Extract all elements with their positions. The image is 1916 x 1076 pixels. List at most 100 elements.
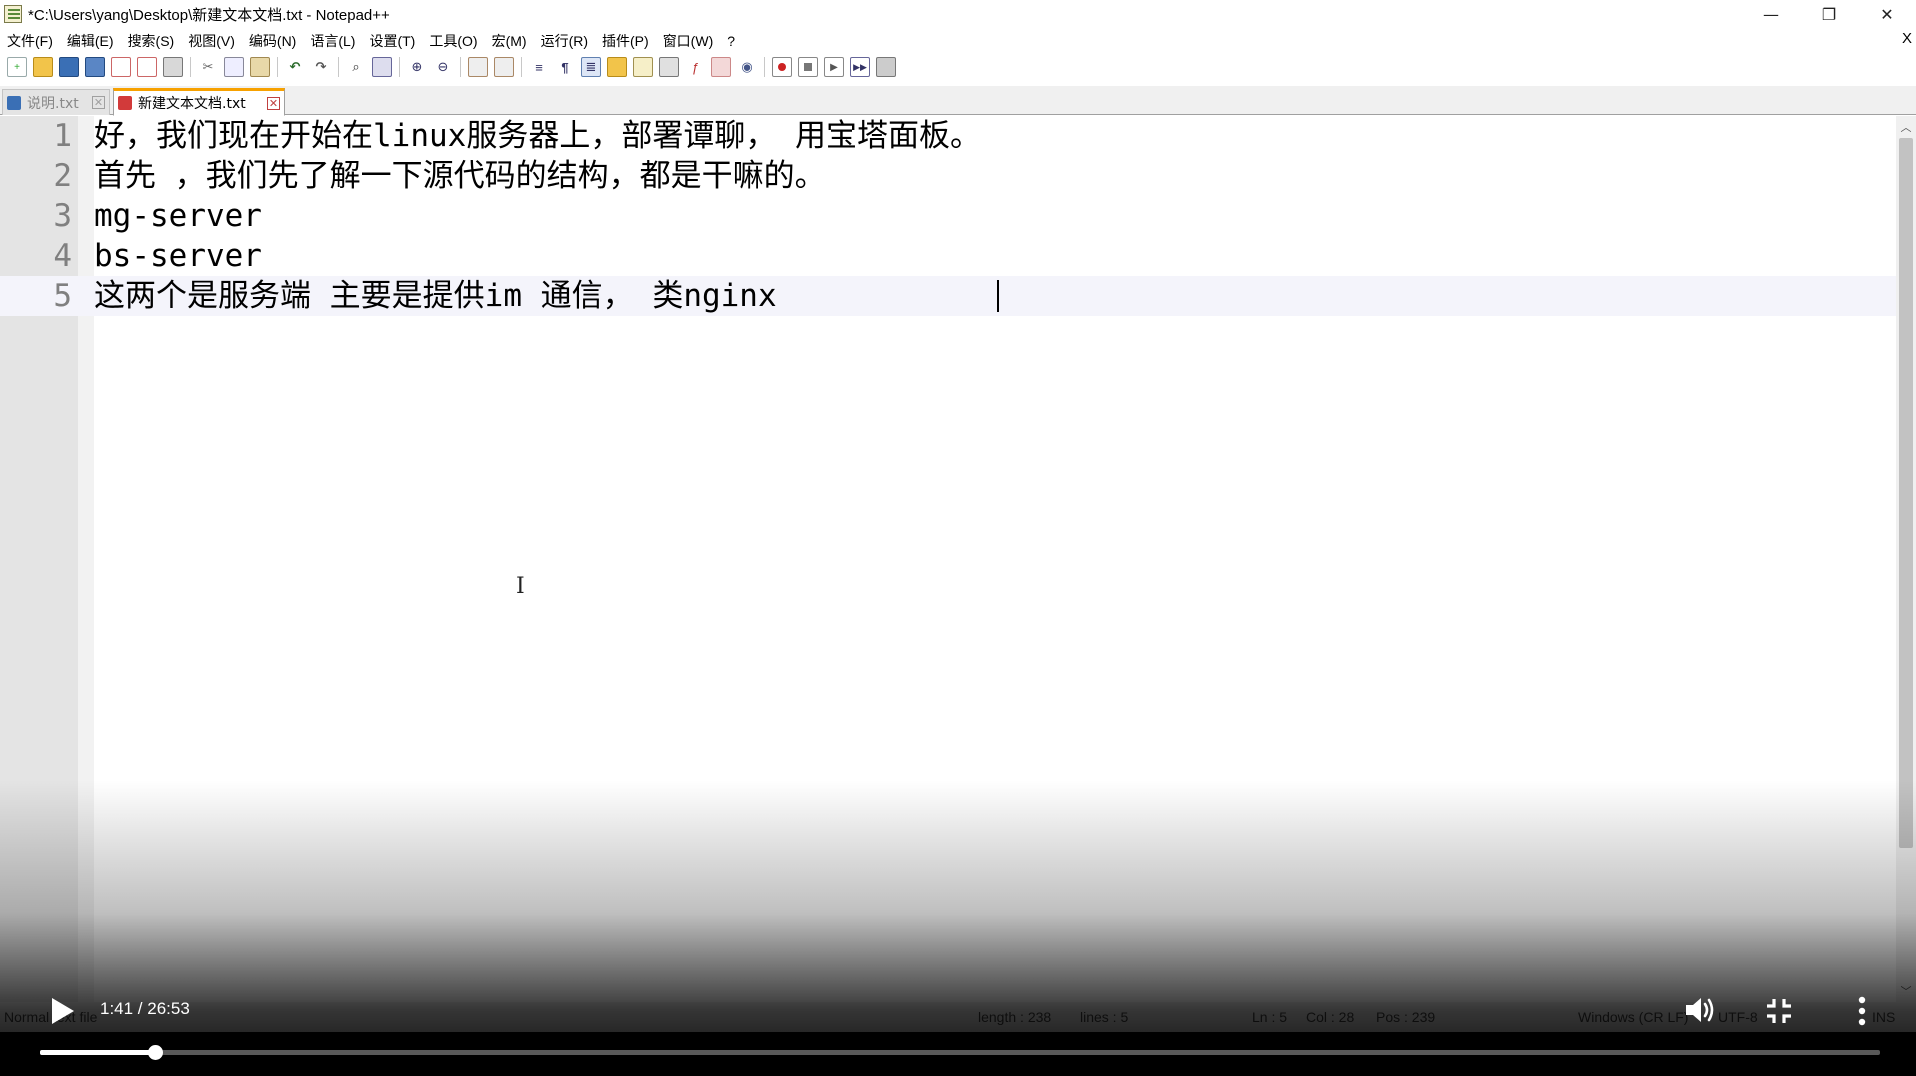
- menu-plugins[interactable]: 插件(P): [595, 31, 656, 51]
- menu-window[interactable]: 窗口(W): [656, 31, 721, 51]
- line-text[interactable]: bs-server: [94, 236, 262, 276]
- clipboard-history-icon[interactable]: [711, 57, 731, 77]
- tab-label: 新建文本文档.txt: [138, 96, 246, 112]
- play-icon[interactable]: [48, 996, 78, 1026]
- editor-line-current[interactable]: 5 这两个是服务端 主要是提供im 通信， 类nginx: [0, 276, 1896, 316]
- scroll-up-icon[interactable]: ︿: [1896, 119, 1916, 135]
- sync-vertical-icon[interactable]: [468, 57, 488, 77]
- monitoring-icon[interactable]: ◉: [737, 57, 757, 77]
- tab-readme[interactable]: 说明.txt ✕: [2, 89, 110, 115]
- find-icon[interactable]: ⌕: [346, 57, 366, 77]
- line-text[interactable]: mg-server: [94, 196, 262, 236]
- editor[interactable]: 1 好，我们现在开始在linux服务器上，部署谭聊， 用宝塔面板。 2 首先 ，…: [0, 116, 1916, 1002]
- show-all-chars-icon[interactable]: ¶: [555, 57, 575, 77]
- menu-macro[interactable]: 宏(M): [485, 31, 534, 51]
- video-time: 1:41 / 26:53: [100, 999, 190, 1018]
- undo-icon[interactable]: ↶: [285, 57, 305, 77]
- line-text[interactable]: 好，我们现在开始在linux服务器上，部署谭聊， 用宝塔面板。: [94, 116, 981, 156]
- menu-settings[interactable]: 设置(T): [362, 31, 422, 51]
- toolbar-separator: [764, 57, 765, 77]
- sync-horizontal-icon[interactable]: [494, 57, 514, 77]
- copy-icon[interactable]: [224, 57, 244, 77]
- menu-view[interactable]: 视图(V): [181, 31, 242, 51]
- tab-new-document[interactable]: 新建文本文档.txt ✕: [113, 88, 285, 116]
- line-text[interactable]: 首先 ，我们先了解一下源代码的结构，都是干嘛的。: [94, 156, 826, 196]
- folder-as-workspace-icon[interactable]: [607, 57, 627, 77]
- notepad-app-icon: [4, 5, 22, 23]
- more-options-icon[interactable]: [1844, 994, 1880, 1028]
- status-ln: Ln : 5: [1252, 1009, 1288, 1025]
- tab-bar: 说明.txt ✕ 新建文本文档.txt ✕: [0, 86, 1916, 116]
- print-icon[interactable]: [163, 57, 183, 77]
- cut-icon[interactable]: ✂: [198, 57, 218, 77]
- paste-icon[interactable]: [250, 57, 270, 77]
- run-macro-multiple-icon[interactable]: ▶▶: [850, 57, 870, 77]
- saved-file-icon: [7, 95, 21, 110]
- toolbar-separator: [399, 57, 400, 77]
- toolbar-separator: [521, 57, 522, 77]
- close-all-icon[interactable]: [137, 57, 157, 77]
- toolbar-separator: [277, 57, 278, 77]
- menu-search[interactable]: 搜索(S): [121, 31, 182, 51]
- open-file-icon[interactable]: [33, 57, 53, 77]
- video-progress-fill: [40, 1050, 156, 1055]
- new-file-icon[interactable]: +: [7, 57, 27, 77]
- menu-tools[interactable]: 工具(O): [422, 31, 484, 51]
- status-length: length : 238: [978, 1009, 1052, 1025]
- window-controls: — ❐ ✕: [1742, 0, 1916, 28]
- replace-icon[interactable]: [372, 57, 392, 77]
- line-text[interactable]: 这两个是服务端 主要是提供im 通信， 类nginx: [94, 276, 795, 316]
- play-macro-icon[interactable]: ▶: [824, 57, 844, 77]
- close-button[interactable]: ✕: [1858, 0, 1916, 28]
- save-all-icon[interactable]: [85, 57, 105, 77]
- minimize-button[interactable]: —: [1742, 0, 1800, 28]
- exit-fullscreen-icon[interactable]: [1764, 996, 1794, 1026]
- scroll-down-icon[interactable]: ﹀: [1896, 983, 1916, 999]
- menu-encoding[interactable]: 编码(N): [242, 31, 303, 51]
- editor-line[interactable]: 3 mg-server: [0, 196, 1896, 236]
- menu-file[interactable]: 文件(F): [0, 31, 60, 51]
- editor-line[interactable]: 4 bs-server: [0, 236, 1896, 276]
- vertical-scrollbar[interactable]: ︿ ﹀: [1896, 116, 1916, 1002]
- mouse-ibeam-cursor: I: [516, 574, 525, 599]
- code-area[interactable]: 1 好，我们现在开始在linux服务器上，部署谭聊， 用宝塔面板。 2 首先 ，…: [0, 116, 1896, 1002]
- line-number: 4: [53, 238, 72, 274]
- close-file-icon[interactable]: [111, 57, 131, 77]
- text-caret: [997, 280, 999, 312]
- restore-button[interactable]: ❐: [1800, 0, 1858, 28]
- editor-line[interactable]: 2 首先 ，我们先了解一下源代码的结构，都是干嘛的。: [0, 156, 1896, 196]
- window-title: *C:\Users\yang\Desktop\新建文本文档.txt - Note…: [28, 6, 390, 24]
- close-document-button[interactable]: X: [1902, 30, 1912, 47]
- video-progress-bar[interactable]: [40, 1045, 1880, 1060]
- status-eol: Windows (CR LF): [1578, 1009, 1689, 1025]
- menu-language[interactable]: 语言(L): [303, 31, 362, 51]
- record-macro-icon[interactable]: [772, 57, 792, 77]
- zoom-out-icon[interactable]: ⊖: [433, 57, 453, 77]
- save-macro-icon[interactable]: [876, 57, 896, 77]
- line-number: 3: [53, 198, 72, 234]
- save-icon[interactable]: [59, 57, 79, 77]
- editor-line[interactable]: 1 好，我们现在开始在linux服务器上，部署谭聊， 用宝塔面板。: [0, 116, 1896, 156]
- zoom-in-icon[interactable]: ⊕: [407, 57, 427, 77]
- indent-guide-icon[interactable]: ≣: [581, 57, 601, 77]
- menu-run[interactable]: 运行(R): [534, 31, 595, 51]
- tab-label: 说明.txt: [27, 95, 79, 112]
- stop-macro-icon[interactable]: [798, 57, 818, 77]
- toolbar: + ✂ ↶ ↷ ⌕ ⊕ ⊖ ≡ ¶ ≣ ƒ ◉ ▶ ▶▶: [0, 54, 1916, 80]
- redo-icon[interactable]: ↷: [311, 57, 331, 77]
- document-map-icon[interactable]: [633, 57, 653, 77]
- menu-help[interactable]: ?: [720, 33, 742, 49]
- tab-close-icon[interactable]: ✕: [92, 96, 105, 109]
- status-encoding: UTF-8: [1718, 1009, 1758, 1025]
- status-bar: Normal text file length : 238 lines : 5 …: [0, 1002, 1916, 1032]
- word-wrap-icon[interactable]: ≡: [529, 57, 549, 77]
- doc-switcher-icon[interactable]: ƒ: [685, 57, 705, 77]
- volume-icon[interactable]: [1682, 993, 1718, 1027]
- tab-close-icon[interactable]: ✕: [267, 96, 280, 110]
- status-pos: Pos : 239: [1376, 1009, 1436, 1025]
- menu-edit[interactable]: 编辑(E): [60, 31, 121, 51]
- scrollbar-thumb[interactable]: [1899, 138, 1913, 848]
- line-number: 5: [53, 278, 72, 314]
- function-list-icon[interactable]: [659, 57, 679, 77]
- toolbar-separator: [460, 57, 461, 77]
